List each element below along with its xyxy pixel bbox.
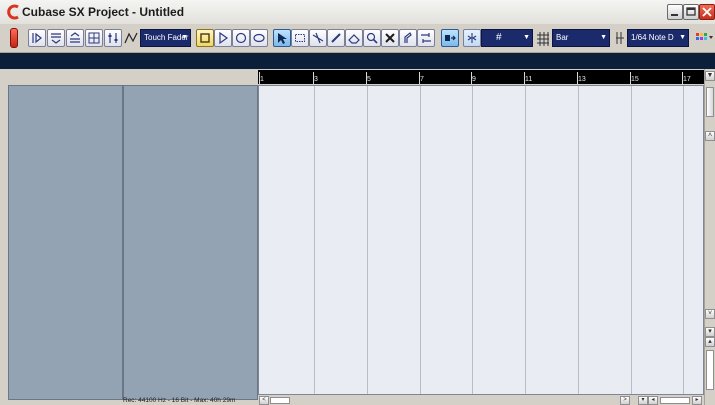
erase-tool[interactable]	[345, 29, 363, 47]
bar-gridline	[420, 86, 421, 394]
bar-gridline	[578, 86, 579, 394]
grid-icon	[536, 29, 550, 47]
grid-type-dropdown[interactable]: Bar ▼	[552, 29, 610, 47]
ruler-menu-arrow-icon[interactable]: ▼	[705, 71, 715, 81]
zoom-menu-icon[interactable]: ▾	[638, 396, 648, 405]
scroll-right-icon[interactable]: >	[620, 396, 630, 405]
bar-gridline	[314, 86, 315, 394]
bar-gridline	[683, 86, 684, 394]
range-selection-tool[interactable]	[291, 29, 309, 47]
ruler-label: 15	[631, 76, 639, 83]
zoom-tool[interactable]	[363, 29, 381, 47]
color-palette-button[interactable]	[695, 29, 715, 47]
ruler-label: 11	[525, 76, 533, 83]
mute-tool[interactable]	[381, 29, 399, 47]
bar-gridline	[631, 86, 632, 394]
record-button[interactable]	[10, 28, 18, 48]
time-warp-tool[interactable]	[417, 29, 435, 47]
quantize-icon	[614, 29, 626, 47]
record-format-status: Rec: 44100 Hz - 16 Bit - Max: 40h 29m	[123, 397, 236, 404]
zoom-out-horizontal-icon[interactable]: ◂	[648, 396, 658, 405]
zoom-in-horizontal-icon[interactable]: ▸	[692, 396, 702, 405]
automation-mode-dropdown[interactable]: Touch Fader ▼	[140, 29, 191, 47]
bar-ruler[interactable]: 1 3 5 7 9 11 13 15 17	[258, 70, 704, 84]
show-overview-button[interactable]	[66, 29, 84, 47]
project-main-area: Rec: 44100 Hz - 16 Bit - Max: 40h 29m 1 …	[0, 69, 715, 405]
close-button[interactable]	[699, 4, 715, 20]
snap-on-off-button[interactable]	[463, 29, 481, 47]
autoscroll-button[interactable]	[441, 29, 459, 47]
ruler-label: 3	[314, 76, 318, 83]
play-button[interactable]	[214, 29, 232, 47]
split-tool[interactable]	[309, 29, 327, 47]
scroll-left-icon[interactable]: <	[259, 396, 269, 405]
ruler-label: 1	[260, 76, 264, 83]
snap-grid-icon: #	[496, 32, 502, 43]
quantize-dropdown[interactable]: 1/64 Note D ▼	[627, 29, 689, 47]
show-event-infoline-button[interactable]	[47, 29, 65, 47]
vertical-scrollbar[interactable]: ▼ ˄ ˅ ▾ ▴	[704, 69, 715, 405]
stop-button[interactable]	[196, 29, 214, 47]
project-toolbar: Touch Fader ▼ # ▼ Bar ▼ 1/64 Note D ▼	[0, 24, 715, 53]
maximize-button[interactable]	[683, 4, 699, 20]
chevron-down-icon: ▼	[523, 34, 530, 41]
open-mixer-button[interactable]	[104, 29, 122, 47]
bar-gridline	[367, 86, 368, 394]
ruler-label: 5	[367, 76, 371, 83]
glue-tool[interactable]	[399, 29, 417, 47]
title-bar: Cubase SX Project - Untitled	[0, 0, 715, 25]
constrain-delay-button[interactable]	[28, 29, 46, 47]
automation-icon	[124, 29, 138, 47]
zoom-out-vertical-icon[interactable]: ▾	[705, 327, 715, 337]
ruler-label: 7	[420, 76, 424, 83]
bar-gridline	[525, 86, 526, 394]
event-display[interactable]	[258, 85, 704, 395]
scroll-down-icon[interactable]: ˅	[705, 309, 715, 319]
ruler-label: 13	[578, 76, 586, 83]
ruler-label: 9	[472, 76, 476, 83]
draw-tool[interactable]	[327, 29, 345, 47]
chevron-down-icon: ▼	[600, 34, 607, 41]
cycle-button[interactable]	[250, 29, 268, 47]
chevron-down-icon: ▼	[181, 34, 188, 41]
zoom-in-vertical-icon[interactable]: ▴	[705, 337, 715, 347]
horizontal-scrollbar[interactable]: < > ▾ ◂ ▸	[258, 396, 704, 405]
track-list[interactable]	[123, 85, 258, 400]
vertical-zoom-slider[interactable]	[706, 350, 714, 390]
event-infoline	[0, 53, 715, 69]
minimize-button[interactable]	[667, 4, 683, 20]
horizontal-zoom-slider[interactable]	[660, 397, 690, 404]
inspector-panel	[8, 85, 123, 400]
chevron-down-icon: ▼	[679, 34, 686, 41]
cubase-logo-icon	[5, 4, 21, 20]
vertical-scroll-thumb[interactable]	[706, 87, 714, 117]
scroll-up-icon[interactable]: ˄	[705, 131, 715, 141]
bar-gridline	[472, 86, 473, 394]
ruler-label: 17	[683, 76, 691, 83]
horizontal-scroll-thumb[interactable]	[270, 397, 290, 404]
cubase-project-window: Cubase SX Project - Untitled Touch Fader…	[0, 0, 715, 405]
record-mode-button[interactable]	[232, 29, 250, 47]
grid-type-value: Bar	[556, 33, 569, 42]
snap-type-dropdown[interactable]: # ▼	[481, 29, 533, 47]
window-title: Cubase SX Project - Untitled	[22, 5, 185, 19]
open-pool-button[interactable]	[85, 29, 103, 47]
object-selection-tool[interactable]	[273, 29, 291, 47]
quantize-value: 1/64 Note D	[631, 33, 674, 42]
